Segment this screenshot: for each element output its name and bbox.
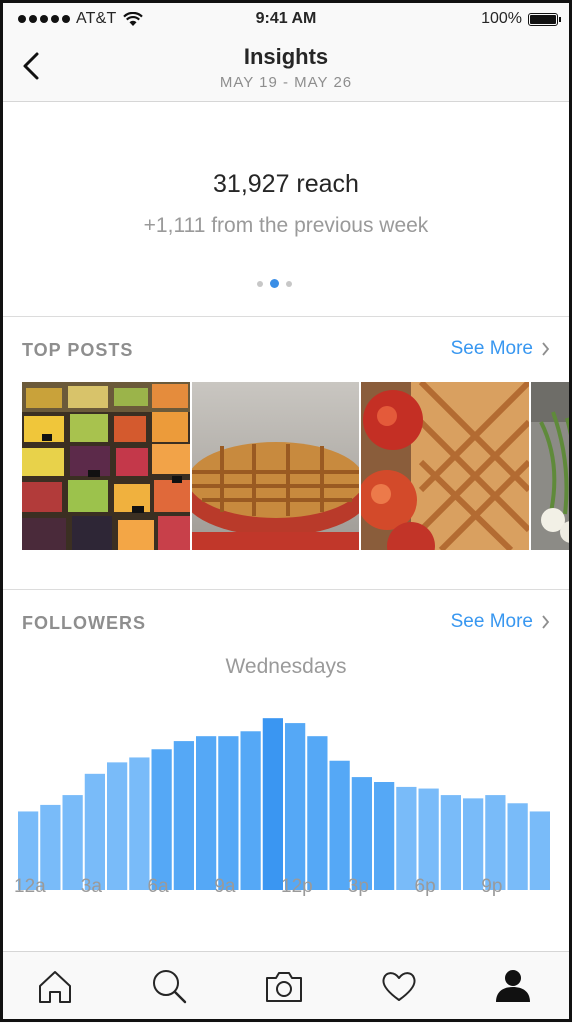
chart-title: Wednesdays: [225, 655, 347, 678]
chart-bar-9a: [218, 736, 239, 890]
search-icon[interactable]: [149, 966, 189, 1006]
camera-icon[interactable]: [264, 966, 304, 1006]
chart-tick-9a: 9a: [214, 876, 236, 897]
divider: [0, 316, 572, 317]
top-posts-title: TOP POSTS: [22, 340, 134, 360]
chart-tick-12a: 12a: [14, 876, 46, 897]
chevron-right-icon: [542, 615, 550, 629]
top-posts-see-more[interactable]: See More: [451, 338, 550, 360]
pie-image: [192, 382, 359, 550]
apple-pie-image: [361, 382, 529, 550]
battery-icon: [528, 12, 561, 26]
post-thumbnail-greens[interactable]: [531, 382, 572, 550]
chart-tick-12p: 12p: [281, 876, 313, 897]
chart-bar-8a: [196, 736, 217, 890]
see-more-label: See More: [450, 611, 533, 632]
chart-bar-7p: [440, 795, 461, 890]
date-range: MAY 19 - MAY 26: [219, 74, 353, 91]
chart-bar-1p: [307, 736, 328, 890]
chart-bar-11a: [262, 718, 283, 890]
profile-icon[interactable]: [493, 966, 533, 1006]
reach-total: 31,927 reach: [213, 170, 359, 198]
chart-bar-4p: [374, 782, 395, 890]
heart-icon[interactable]: [379, 966, 419, 1006]
battery-group: 100%: [481, 10, 561, 28]
see-more-label: See More: [450, 338, 533, 359]
chart-bar-10a: [240, 731, 261, 890]
chart-tick-6a: 6a: [147, 876, 169, 897]
chart-bar-4a: [107, 762, 128, 890]
page-dot: [286, 280, 292, 287]
chart-bar-7a: [173, 741, 194, 890]
status-bar: AT&T 9:41 AM 100%: [0, 0, 572, 38]
followers-see-more[interactable]: See More: [451, 611, 550, 633]
battery-percent: 100%: [481, 10, 522, 27]
top-posts-strip: [22, 382, 572, 550]
chart-bar-2a: [62, 795, 83, 890]
page-title: Insights: [243, 44, 329, 69]
chevron-right-icon: [542, 342, 550, 356]
chart-bar-6a: [151, 749, 172, 890]
post-thumbnail-market[interactable]: [22, 382, 190, 550]
chart-bar-3p: [351, 777, 372, 890]
green-onions-image: [531, 382, 572, 550]
chart-bar-10p: [507, 803, 528, 890]
chart-bar-5a: [129, 757, 150, 890]
post-thumbnail-pie[interactable]: [192, 382, 359, 550]
navigation-bar: Insights MAY 19 - MAY 26: [0, 38, 572, 102]
reach-change: +1,111 from the previous week: [143, 214, 429, 237]
chart-tick-3a: 3a: [80, 876, 102, 897]
followers-title: FOLLOWERS: [22, 613, 146, 633]
market-produce-image: [22, 382, 190, 550]
chart-bar-12p: [285, 723, 306, 890]
chart-bar-8p: [463, 798, 484, 890]
divider: [0, 589, 572, 590]
page-dot-active: [270, 279, 279, 288]
chart-tick-9p: 9p: [481, 876, 503, 897]
page-indicator[interactable]: [257, 279, 292, 288]
post-thumbnail-apple-pie[interactable]: [361, 382, 529, 550]
chart-bar-5p: [396, 786, 417, 890]
chart-bar-11p: [529, 811, 550, 890]
chart-bar-6p: [418, 788, 439, 890]
page-dot: [257, 280, 263, 287]
chart-bar-2p: [329, 760, 350, 890]
chart-tick-3p: 3p: [347, 876, 369, 897]
tab-bar: [0, 951, 572, 1023]
home-icon[interactable]: [35, 966, 75, 1006]
chart-bar-3a: [84, 773, 105, 890]
chart-tick-6p: 6p: [414, 876, 436, 897]
